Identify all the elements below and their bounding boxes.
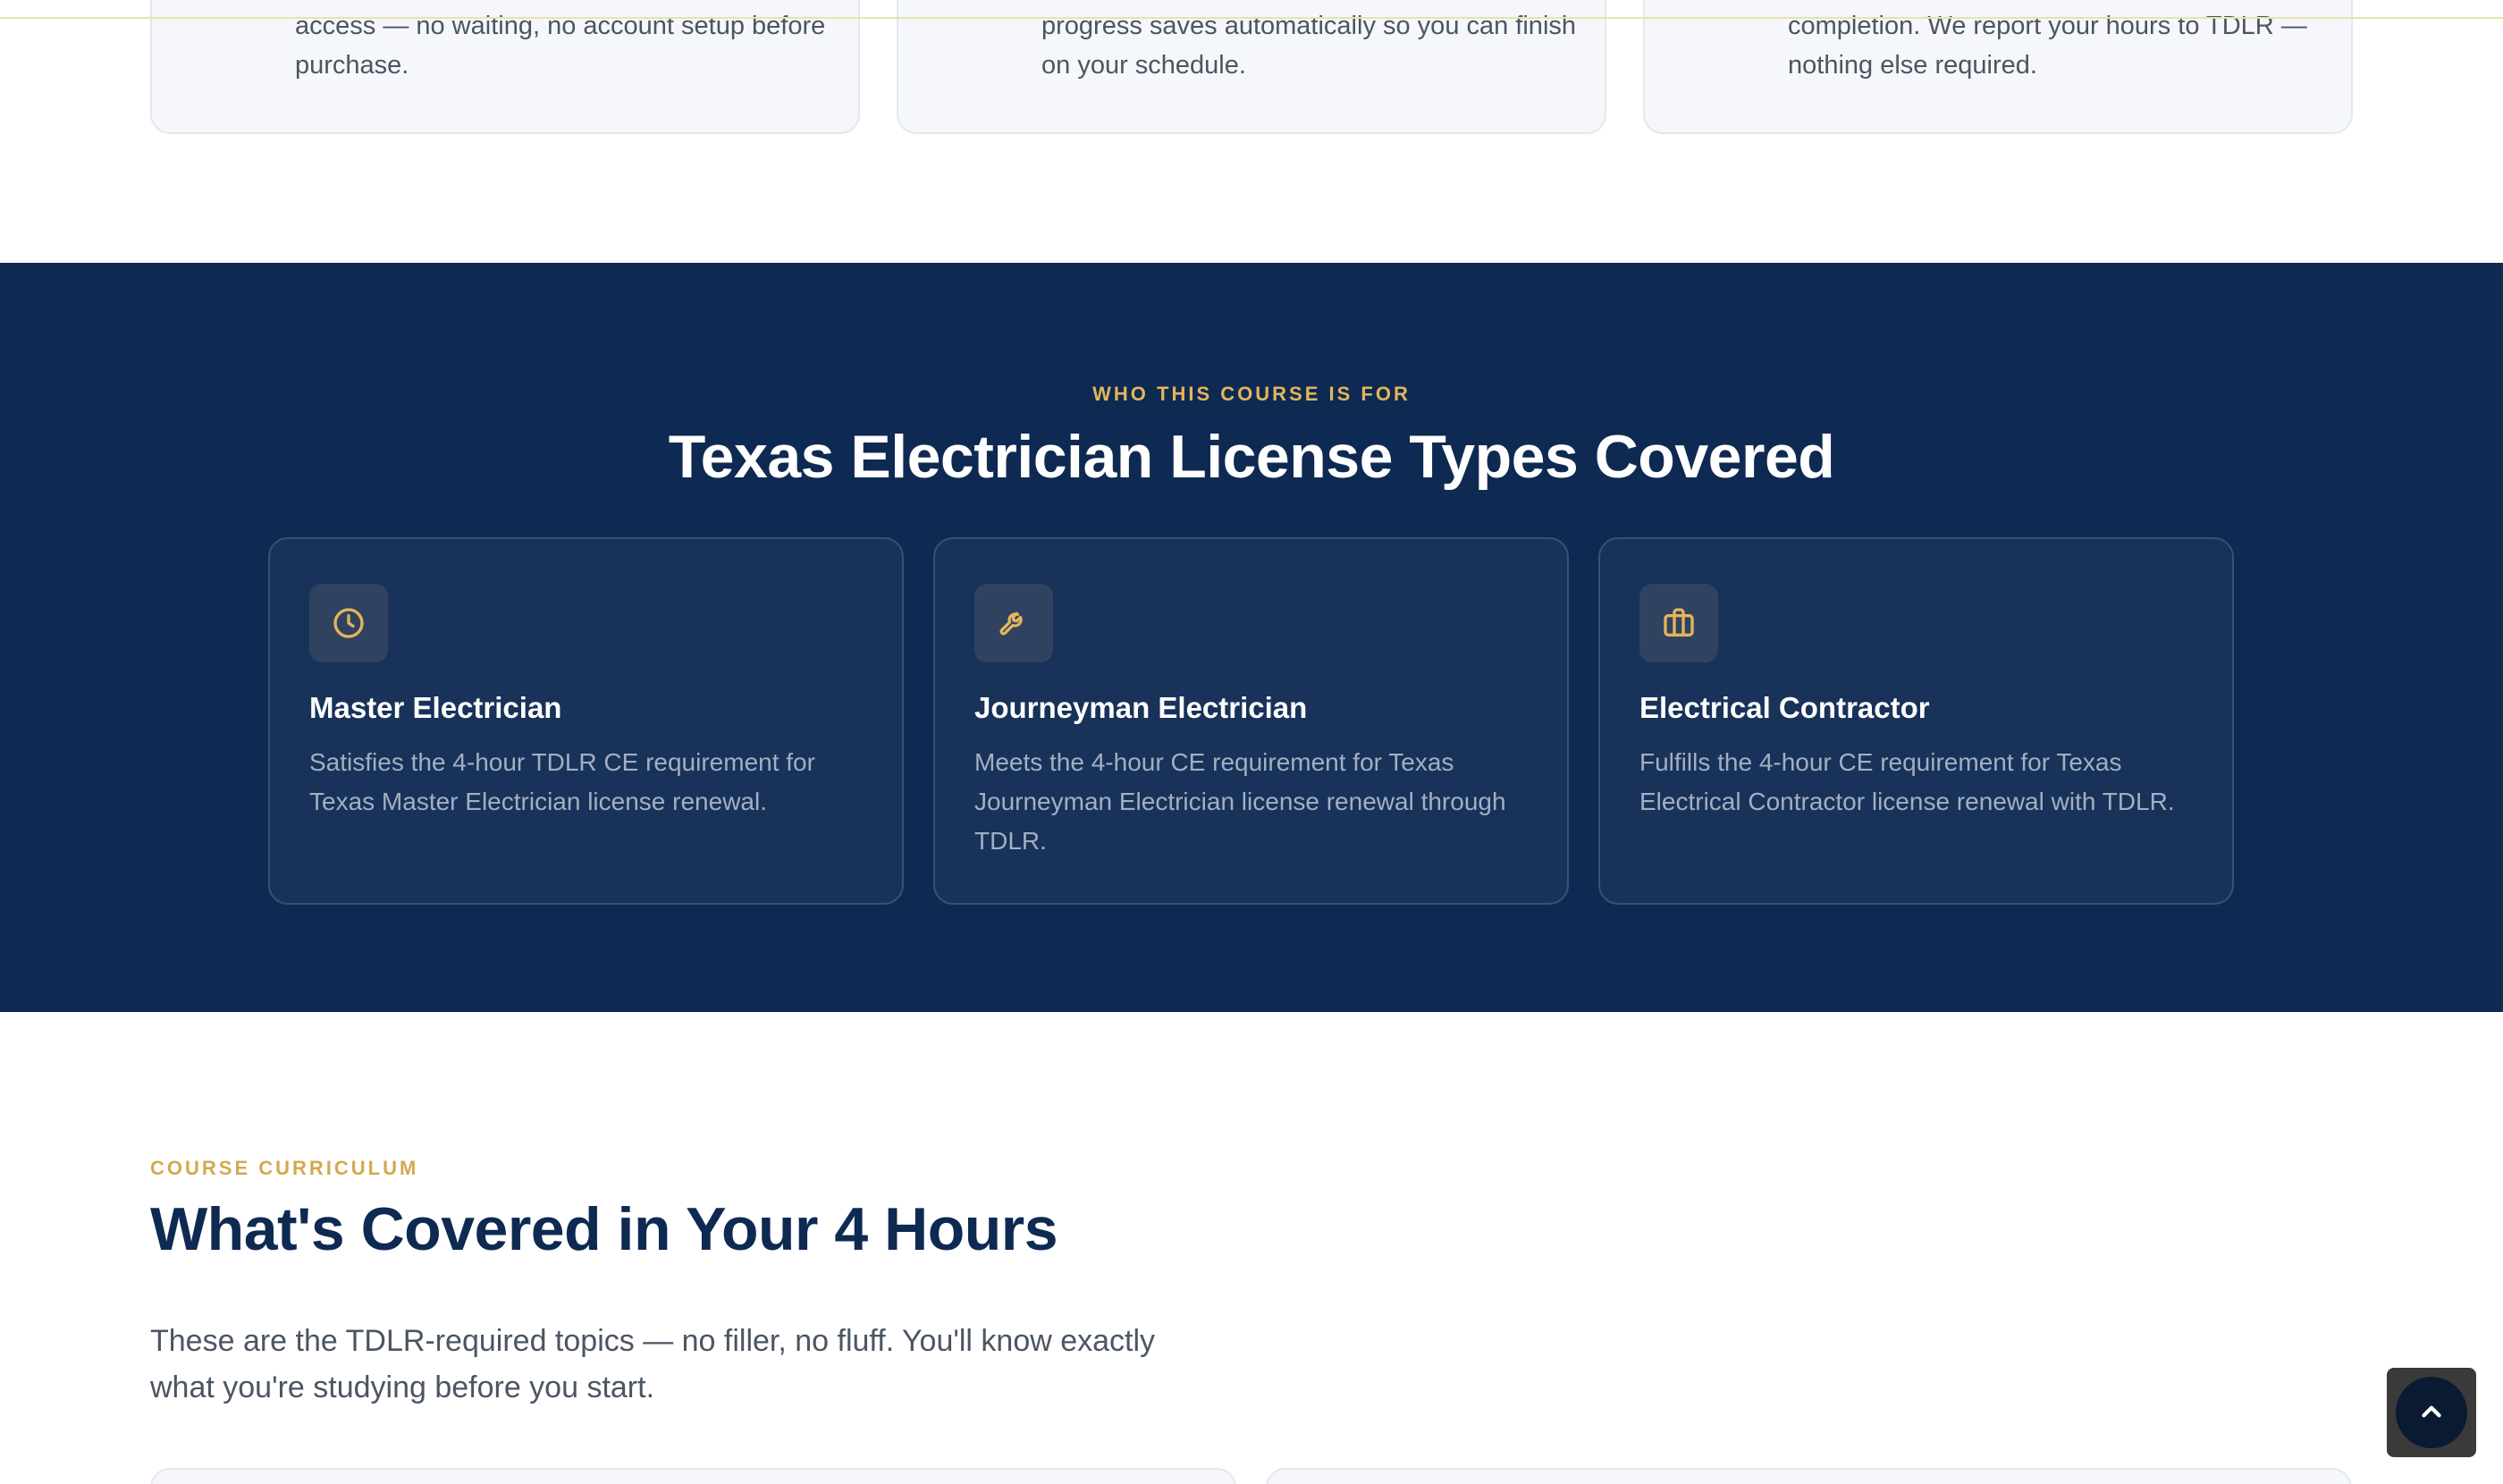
briefcase-icon — [1639, 584, 1718, 662]
top-divider — [0, 17, 2503, 19]
license-card-desc: Satisfies the 4-hour TDLR CE requirement… — [309, 748, 815, 815]
license-card-title: Master Electrician — [309, 691, 562, 724]
license-types-section: WHO THIS COURSE IS FOR Texas Electrician… — [0, 263, 2503, 1012]
license-card-journeyman: Journeyman Electrician Meets the 4-hour … — [933, 537, 1569, 905]
license-card-title: Electrical Contractor — [1639, 691, 1930, 724]
feature-card: progress saves automatically so you can … — [897, 0, 1606, 134]
section-title: Texas Electrician License Types Covered — [668, 423, 1835, 491]
license-card-desc: Fulfills the 4-hour CE requirement for T… — [1639, 748, 2175, 815]
wrench-icon — [974, 584, 1053, 662]
chevron-up-icon — [2416, 1396, 2447, 1429]
back-to-top-button[interactable] — [2396, 1377, 2467, 1448]
curriculum-card — [150, 1468, 1236, 1484]
feature-card: access — no waiting, no account setup be… — [150, 0, 860, 134]
section-eyebrow: WHO THIS COURSE IS FOR — [1092, 383, 1411, 405]
curriculum-card — [1266, 1468, 2352, 1484]
clock-icon — [309, 584, 388, 662]
license-card-master: Master Electrician Satisfies the 4-hour … — [268, 537, 904, 905]
back-to-top-container — [2387, 1368, 2476, 1457]
section-description: These are the TDLR-required topics — no … — [150, 1324, 1156, 1404]
license-card-desc: Meets the 4-hour CE requirement for Texa… — [974, 748, 1506, 855]
section-title: What's Covered in Your 4 Hours — [150, 1195, 1058, 1263]
section-eyebrow: COURSE CURRICULUM — [150, 1157, 419, 1179]
feature-cards: access — no waiting, no account setup be… — [150, 0, 2353, 134]
license-card-contractor: Electrical Contractor Fulfills the 4-hou… — [1598, 537, 2234, 905]
feature-card: completion. We report your hours to TDLR… — [1643, 0, 2353, 134]
license-card-title: Journeyman Electrician — [974, 691, 1308, 724]
